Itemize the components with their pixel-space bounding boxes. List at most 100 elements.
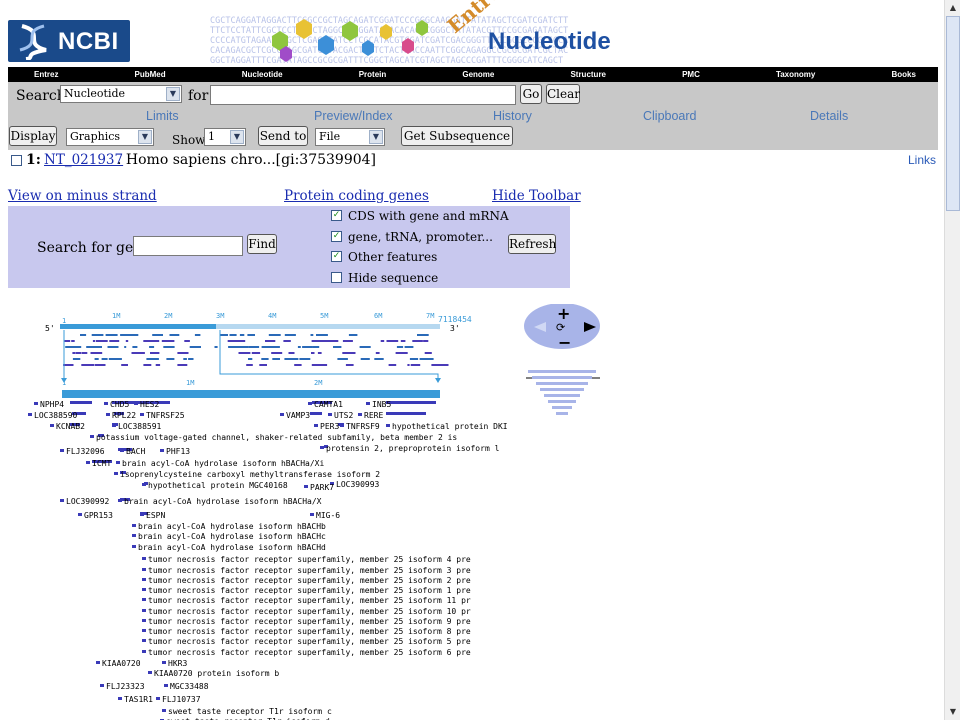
tab-preview-index[interactable]: Preview/Index (314, 109, 393, 123)
vertical-scrollbar[interactable]: ▲ ▼ (944, 0, 960, 720)
gene-label[interactable]: hypothetical protein DKI (392, 422, 508, 431)
hide-sequence-checkbox[interactable] (331, 272, 342, 283)
gene-label[interactable]: brain acyl-CoA hydrolase isoform hBACHb (138, 522, 326, 531)
hide-toolbar-link[interactable]: Hide Toolbar (492, 188, 581, 204)
gene-trna-checkbox[interactable]: ✓ (331, 231, 342, 242)
gene-feature-mark[interactable] (280, 413, 284, 416)
gene-feature-mark[interactable] (142, 629, 146, 632)
gene-label[interactable]: tumor necrosis factor receptor superfami… (148, 648, 471, 657)
gene-label[interactable]: UTS2 (334, 411, 353, 420)
zoom-out-icon[interactable]: − (558, 333, 571, 352)
nav-taxonomy[interactable]: Taxonomy (776, 70, 815, 79)
gene-label[interactable]: LOC390993 (336, 480, 380, 489)
tab-details[interactable]: Details (810, 109, 848, 123)
gene-label[interactable]: ICMT (92, 459, 111, 468)
gene-feature-mark[interactable] (160, 449, 164, 452)
gene-search-input[interactable] (133, 236, 243, 256)
gene-feature-mark[interactable] (28, 413, 32, 416)
record-checkbox[interactable] (11, 155, 22, 166)
zoom-level-bar[interactable] (532, 376, 592, 379)
go-button[interactable]: Go (520, 84, 542, 104)
gene-feature-mark[interactable] (86, 461, 90, 464)
gene-feature-mark[interactable] (100, 684, 104, 687)
gene-feature-mark[interactable] (142, 588, 146, 591)
gene-feature-mark[interactable] (308, 402, 312, 405)
gene-label[interactable]: brain acyl-CoA hydrolase isoform hBACHa/… (122, 459, 324, 468)
gene-label[interactable]: hypothetical protein MGC40168 (148, 481, 288, 490)
gene-feature-mark[interactable] (60, 499, 64, 502)
gene-label[interactable]: ESPN (146, 511, 165, 520)
nav-nucleotide[interactable]: Nucleotide (242, 70, 283, 79)
nav-books[interactable]: Books (891, 70, 915, 79)
zoom-level-bar[interactable] (540, 388, 584, 391)
gene-feature-mark[interactable] (328, 413, 332, 416)
gene-label[interactable]: KIAA0720 (102, 659, 141, 668)
nav-pubmed[interactable]: PubMed (135, 70, 166, 79)
gene-label[interactable]: NPHP4 (40, 400, 64, 409)
scroll-thumb[interactable] (946, 16, 960, 211)
zoom-level-bar[interactable] (548, 400, 576, 403)
gene-label[interactable]: brain acyl-CoA hydrolase isoform hBACHd (138, 543, 326, 552)
gene-feature-mark[interactable] (148, 671, 152, 674)
gene-feature-mark[interactable] (314, 424, 318, 427)
gene-label[interactable]: FLJ23323 (106, 682, 145, 691)
gene-label[interactable]: TNFRSF25 (146, 411, 185, 420)
gene-label[interactable]: KCNAB2 (56, 422, 85, 431)
nav-protein[interactable]: Protein (359, 70, 387, 79)
gene-feature-mark[interactable] (142, 557, 146, 560)
gene-feature-mark[interactable] (142, 609, 146, 612)
gene-label[interactable]: GPR153 (84, 511, 113, 520)
gene-feature-mark[interactable] (34, 402, 38, 405)
gene-label[interactable]: TNFRSF9 (346, 422, 380, 431)
gene-label[interactable]: VAMP3 (286, 411, 310, 420)
gene-feature-mark[interactable] (132, 524, 136, 527)
search-input[interactable] (210, 85, 516, 105)
gene-label[interactable]: FLJ10737 (162, 695, 201, 704)
gene-feature-mark[interactable] (142, 578, 146, 581)
gene-feature-mark[interactable] (116, 461, 120, 464)
gene-label[interactable]: MGC33488 (170, 682, 209, 691)
gene-label[interactable]: LOC388591 (118, 422, 162, 431)
zoom-level-bar[interactable] (552, 406, 572, 409)
zoom-level-bar[interactable] (544, 394, 580, 397)
gene-feature-mark[interactable] (164, 684, 168, 687)
gene-label[interactable]: tumor necrosis factor receptor superfami… (148, 617, 471, 626)
refresh-button[interactable]: Refresh (508, 234, 556, 254)
gene-feature-mark[interactable] (142, 568, 146, 571)
gene-label[interactable]: tumor necrosis factor receptor superfami… (148, 637, 471, 646)
zoom-level-bar[interactable] (556, 412, 568, 415)
tab-history[interactable]: History (493, 109, 532, 123)
tab-clipboard[interactable]: Clipboard (643, 109, 697, 123)
gene-feature-mark[interactable] (90, 435, 94, 438)
gene-feature-mark[interactable] (60, 449, 64, 452)
gene-label[interactable]: PHF13 (166, 447, 190, 456)
gene-label[interactable]: protensin 2, preproprotein isoform l (326, 444, 500, 453)
gene-label[interactable]: INB5 (372, 400, 391, 409)
format-select[interactable]: Graphics ▼ (66, 128, 154, 146)
gene-label[interactable]: potassium voltage-gated channel, shaker-… (96, 433, 457, 442)
gene-label[interactable]: brain acyl-CoA hydrolase isoform hBACHa/… (124, 497, 322, 506)
gene-feature-mark[interactable] (366, 402, 370, 405)
gene-feature-mark[interactable] (386, 424, 390, 427)
gene-label[interactable]: HES2 (140, 400, 159, 409)
clear-button[interactable]: Clear (546, 84, 580, 104)
gene-label[interactable]: PARK7 (310, 483, 334, 492)
show-count-select[interactable]: 1 ▼ (204, 128, 246, 146)
scroll-down-icon[interactable]: ▼ (946, 705, 960, 719)
gene-label[interactable]: tumor necrosis factor receptor superfami… (148, 576, 471, 585)
gene-label[interactable]: KIAA0720 protein isoform b (154, 669, 279, 678)
gene-label[interactable]: LOC388590 (34, 411, 78, 420)
gene-label[interactable]: RERE (364, 411, 383, 420)
gene-feature-mark[interactable] (162, 661, 166, 664)
gene-feature-mark[interactable] (106, 413, 110, 416)
gene-feature-mark[interactable] (104, 402, 108, 405)
destination-select[interactable]: File ▼ (315, 128, 385, 146)
get-subsequence-button[interactable]: Get Subsequence (401, 126, 513, 146)
scroll-up-icon[interactable]: ▲ (946, 1, 960, 15)
gene-label[interactable]: sweet taste receptor T1r isoform c (168, 707, 332, 716)
gene-feature-mark[interactable] (132, 534, 136, 537)
gene-label[interactable]: tumor necrosis factor receptor superfami… (148, 586, 471, 595)
gene-feature-mark[interactable] (142, 598, 146, 601)
gene-label[interactable]: CAMTA1 (314, 400, 343, 409)
minus-strand-link[interactable]: View on minus strand (8, 188, 157, 204)
